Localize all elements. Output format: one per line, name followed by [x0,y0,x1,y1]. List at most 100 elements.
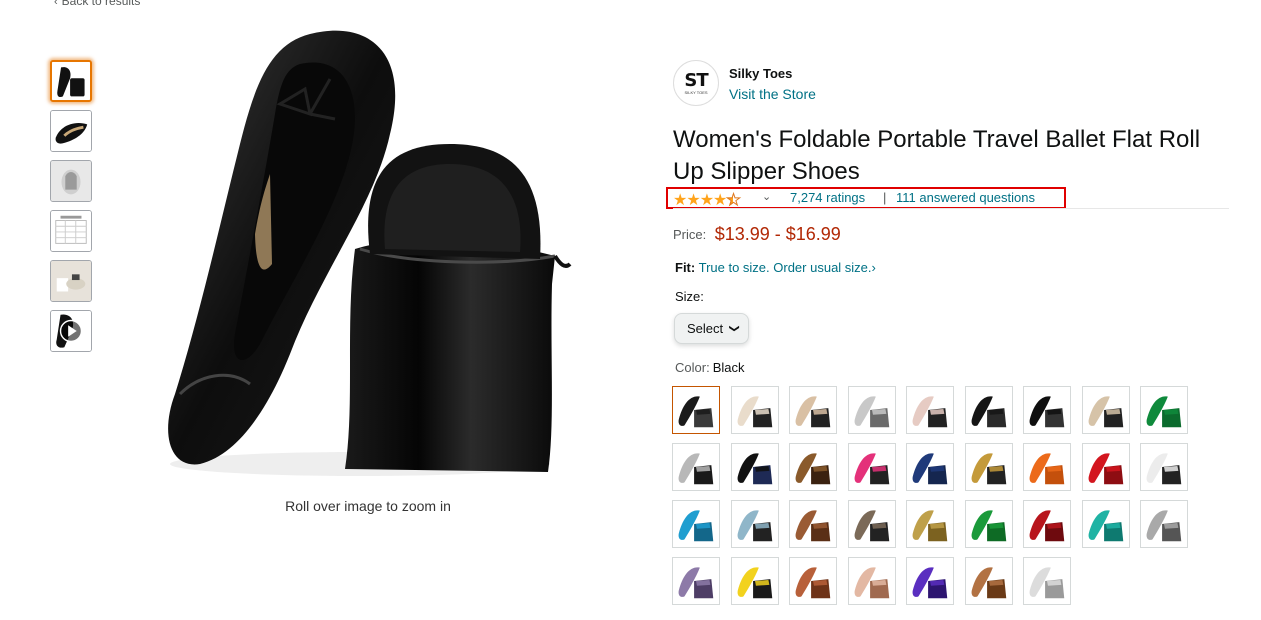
swatch-picture [966,501,1012,547]
swatch-picture [790,501,836,547]
color-swatch[interactable] [1082,500,1130,548]
star-rating[interactable]: ★★★★★ [673,190,741,210]
color-swatch[interactable] [1023,386,1071,434]
back-to-results-link[interactable]: ‹ Back to results [54,0,140,8]
store-logo[interactable]: ST SILKY TOES [673,60,719,106]
swatch-picture [673,558,719,604]
color-swatch[interactable] [906,500,954,548]
color-swatch[interactable] [789,443,837,491]
swatch-picture [1024,501,1070,547]
thumbnail-image[interactable] [50,210,92,252]
thumbnail-video[interactable] [50,310,92,352]
chevron-right-icon: › [871,260,876,275]
swatch-picture [732,444,778,490]
color-swatch[interactable] [731,386,779,434]
fit-advice-text: True to size. Order usual size. [698,260,872,275]
color-swatch[interactable] [1140,443,1188,491]
color-label-row: Color: Black [675,360,744,375]
color-swatch[interactable] [1140,386,1188,434]
chevron-down-icon[interactable]: ⌄ [762,190,771,203]
swatch-picture [732,387,778,433]
swatch-picture [849,387,895,433]
color-swatch[interactable] [906,557,954,605]
star-icon: ★ [699,192,714,209]
fit-advice-link[interactable]: True to size. Order usual size.› [699,260,876,275]
store-logo-text: ST [684,69,708,91]
swatch-picture [966,444,1012,490]
size-label: Size: [675,289,704,304]
thumbnail-image[interactable] [50,160,92,202]
chevron-down-icon: ❯ [728,324,740,333]
color-swatch[interactable] [789,386,837,434]
color-swatch[interactable] [789,500,837,548]
color-swatch[interactable] [965,500,1013,548]
divider [673,208,1229,209]
thumbnail-image[interactable] [50,260,92,302]
swatch-picture [849,558,895,604]
store-logo-subtext: SILKY TOES [684,89,708,95]
color-swatch[interactable] [672,500,720,548]
swatch-picture [790,444,836,490]
color-swatch[interactable] [1082,386,1130,434]
visit-store-link[interactable]: Visit the Store [729,86,816,102]
color-swatch[interactable] [965,557,1013,605]
fit-row: Fit: True to size. Order usual size.› [675,260,876,275]
answered-questions-link[interactable]: 111 answered questions [896,190,1035,205]
color-swatch[interactable] [848,557,896,605]
star-icon: ★ [673,192,687,209]
color-swatch[interactable] [731,557,779,605]
thumbnail-picture [51,211,91,251]
color-swatch[interactable] [906,443,954,491]
swatch-picture [1083,501,1129,547]
rating-row: ★★★★★ ⌄ 7,274 ratings | 111 answered que… [666,187,1066,210]
swatch-picture [907,444,953,490]
price-label: Price: [673,227,707,242]
color-swatch[interactable] [1023,557,1071,605]
swatch-picture [1024,444,1070,490]
size-dropdown[interactable]: Select ❯ [674,313,749,344]
thumbnail-picture [51,161,91,201]
star-icon: ★ [726,192,741,210]
ratings-count-link[interactable]: 7,274 ratings [790,190,865,205]
swatch-picture [1141,501,1187,547]
thumbnail-picture [52,62,90,100]
star-icon: ★ [713,192,727,209]
chevron-left-icon: ‹ [54,0,58,8]
main-product-image[interactable] [160,24,580,484]
color-swatch[interactable] [672,386,720,434]
swatch-picture [907,501,953,547]
swatch-picture [1083,387,1129,433]
back-link-label: Back to results [61,0,141,8]
swatch-picture [790,387,836,433]
thumbnail-image[interactable] [50,60,92,102]
color-swatch[interactable] [789,557,837,605]
swatch-picture [966,558,1012,604]
swatch-picture [1024,387,1070,433]
color-swatch[interactable] [1023,500,1071,548]
color-swatch[interactable] [731,500,779,548]
color-swatch[interactable] [848,386,896,434]
swatch-picture [907,387,953,433]
color-swatch[interactable] [731,443,779,491]
color-swatch[interactable] [848,500,896,548]
color-swatch[interactable] [848,443,896,491]
zoom-hint-text: Roll over image to zoom in [285,498,451,514]
play-video-icon [51,311,91,351]
size-dropdown-value: Select [687,321,724,336]
color-swatch[interactable] [672,557,720,605]
swatch-picture [732,558,778,604]
color-swatch[interactable] [965,386,1013,434]
price-value: $13.99 - $16.99 [714,224,841,244]
thumbnail-image[interactable] [50,110,92,152]
star-icon: ★ [686,192,700,209]
color-label: Color: [675,360,710,375]
color-swatch[interactable] [965,443,1013,491]
store-name: Silky Toes [729,66,793,81]
color-swatch[interactable] [906,386,954,434]
color-swatch[interactable] [672,443,720,491]
color-swatch[interactable] [1140,500,1188,548]
color-swatch[interactable] [1082,443,1130,491]
swatch-picture [673,387,719,433]
color-swatch[interactable] [1023,443,1071,491]
swatch-picture [673,444,719,490]
